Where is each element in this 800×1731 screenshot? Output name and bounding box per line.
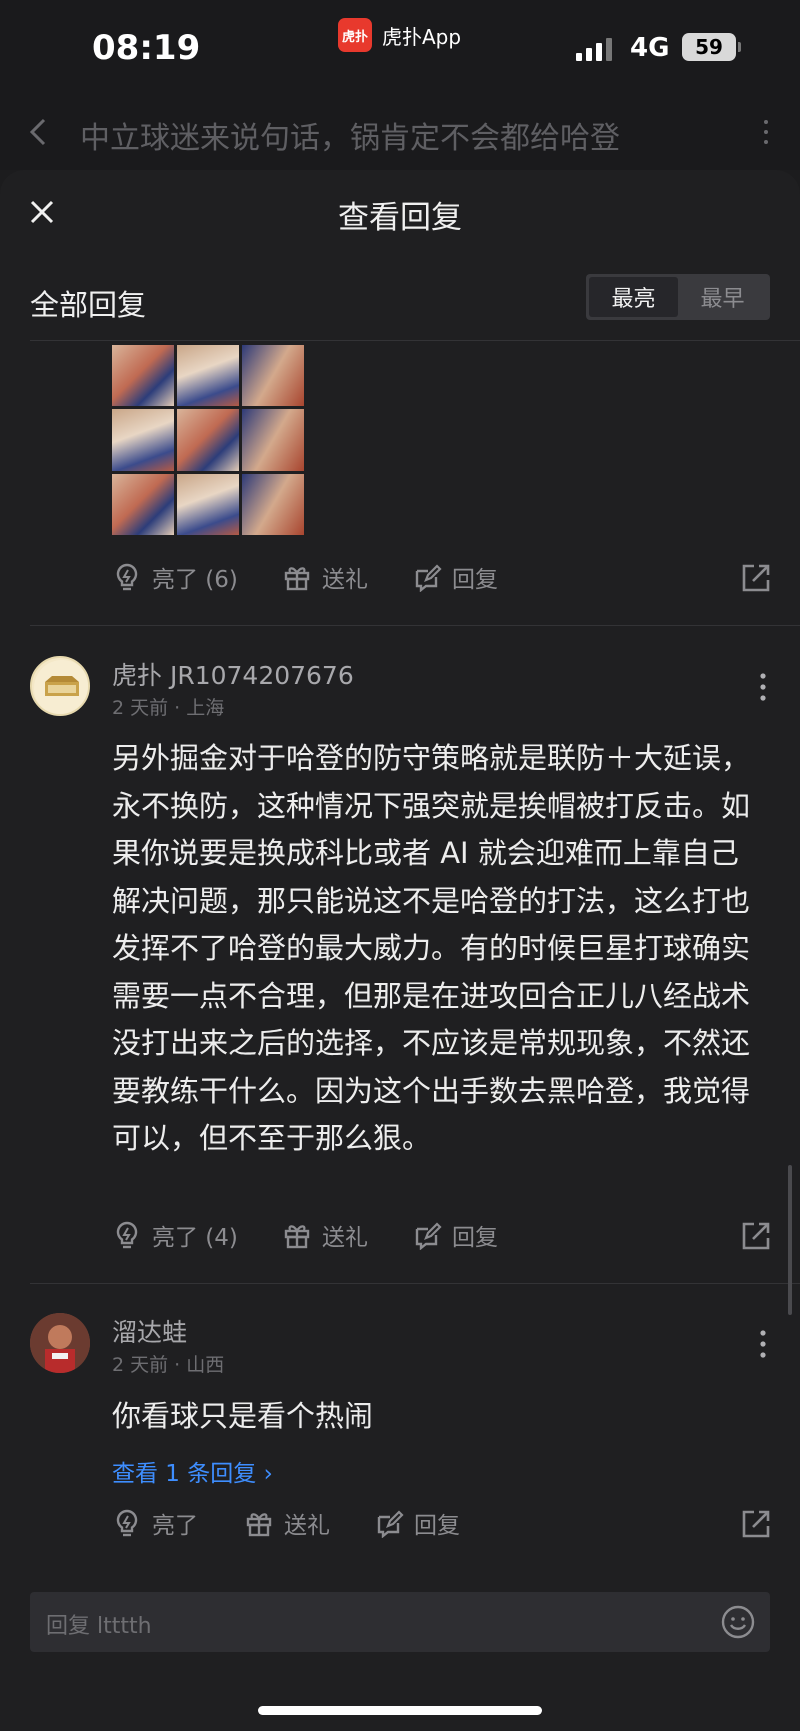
battery-tip bbox=[738, 42, 741, 52]
gift-button[interactable]: 送礼 bbox=[282, 1218, 368, 1252]
comment-body: 另外掘金对于哈登的防守策略就是联防＋大延误，永不换防，这种情况下强突就是挨帽被打… bbox=[112, 741, 751, 1155]
network-type: 4G bbox=[630, 33, 670, 63]
reply-button[interactable]: 回复 bbox=[412, 560, 498, 594]
image-tile bbox=[242, 473, 304, 535]
light-button[interactable]: 亮了 bbox=[112, 1506, 198, 1540]
gift-label: 送礼 bbox=[322, 1225, 368, 1251]
avatar[interactable] bbox=[30, 656, 90, 716]
sort-toggle: 最亮 最早 bbox=[586, 274, 770, 320]
reply-label: 回复 bbox=[452, 1225, 498, 1251]
view-replies-link[interactable]: 查看 1 条回复 › bbox=[112, 1454, 273, 1488]
lightbulb-icon bbox=[116, 1509, 138, 1537]
hupu-logo-icon: 虎扑 bbox=[338, 18, 372, 52]
app-indicator: 虎扑 虎扑App bbox=[338, 18, 461, 52]
nav-bar: 中立球迷来说句话，锅肯定不会都给哈登 bbox=[0, 95, 800, 170]
app-name: 虎扑App bbox=[382, 24, 462, 49]
comment-image-grid[interactable] bbox=[112, 345, 304, 535]
sort-earliest-button[interactable]: 最早 bbox=[678, 277, 767, 317]
edit-icon bbox=[377, 1510, 404, 1538]
gift-icon bbox=[284, 1225, 310, 1249]
status-time: 08:19 bbox=[92, 28, 201, 68]
back-arrow-icon[interactable] bbox=[24, 115, 54, 149]
light-button[interactable]: 亮了 (6) bbox=[112, 560, 238, 594]
more-vertical-icon[interactable] bbox=[758, 1329, 768, 1359]
home-indicator bbox=[258, 1706, 542, 1715]
lightbulb-icon bbox=[116, 1221, 138, 1249]
share-button[interactable] bbox=[740, 1220, 772, 1256]
comment-body: 你看球只是看个热闹 bbox=[112, 1399, 374, 1433]
signal-icon bbox=[576, 38, 612, 61]
comment-username[interactable]: 溜达蛙 bbox=[112, 1313, 187, 1349]
thread-title: 中立球迷来说句话，锅肯定不会都给哈登 bbox=[80, 121, 620, 156]
comment-actions: 亮了 (4) 送礼 回复 bbox=[112, 1218, 772, 1258]
reply-input[interactable]: 回复 ltttth bbox=[30, 1592, 770, 1652]
share-icon bbox=[742, 564, 770, 592]
more-vertical-icon[interactable] bbox=[760, 117, 772, 147]
divider bbox=[30, 625, 800, 626]
share-button[interactable] bbox=[740, 1508, 772, 1544]
gift-label: 送礼 bbox=[284, 1513, 330, 1539]
avatar-image bbox=[30, 1313, 90, 1373]
reply-input-placeholder: 回复 ltttth bbox=[46, 1614, 152, 1639]
image-tile bbox=[112, 473, 174, 535]
share-button[interactable] bbox=[740, 562, 772, 598]
image-tile bbox=[242, 409, 304, 471]
light-count: 亮了 (6) bbox=[152, 567, 238, 593]
battery-icon: 59 bbox=[682, 33, 736, 61]
reply-button[interactable]: 回复 bbox=[412, 1218, 498, 1252]
comment-username[interactable]: 虎扑 JR1074207676 bbox=[112, 656, 354, 692]
reply-button[interactable]: 回复 bbox=[374, 1506, 460, 1540]
comment-meta: 2 天前 · 上海 bbox=[112, 697, 225, 719]
gift-button[interactable]: 送礼 bbox=[244, 1506, 330, 1540]
share-icon bbox=[742, 1222, 770, 1250]
avatar[interactable] bbox=[30, 1313, 90, 1373]
image-tile bbox=[242, 345, 304, 407]
comment-actions: 亮了 (6) 送礼 回复 bbox=[112, 560, 772, 600]
more-vertical-icon[interactable] bbox=[758, 672, 768, 702]
all-replies-heading: 全部回复 bbox=[30, 288, 147, 322]
sheet-title: 查看回复 bbox=[338, 200, 462, 236]
share-icon bbox=[742, 1510, 770, 1538]
image-tile bbox=[177, 473, 239, 535]
reply-label: 回复 bbox=[414, 1513, 460, 1539]
lightbulb-icon bbox=[116, 563, 138, 591]
image-tile bbox=[112, 409, 174, 471]
comment-meta: 2 天前 · 山西 bbox=[112, 1354, 225, 1376]
divider bbox=[30, 340, 800, 341]
comment-actions: 亮了 送礼 回复 bbox=[112, 1506, 772, 1546]
sort-brightest-button[interactable]: 最亮 bbox=[589, 277, 678, 317]
emoji-icon[interactable] bbox=[720, 1604, 756, 1640]
divider bbox=[30, 1283, 800, 1284]
gift-icon bbox=[284, 567, 310, 591]
gift-icon bbox=[246, 1513, 272, 1537]
scrollbar[interactable] bbox=[788, 1165, 792, 1315]
edit-icon bbox=[415, 1222, 442, 1250]
status-bar: 08:19 虎扑 虎扑App 4G 59 bbox=[0, 0, 800, 95]
reply-label: 回复 bbox=[452, 567, 498, 593]
edit-icon bbox=[415, 564, 442, 592]
image-tile bbox=[177, 409, 239, 471]
gift-button[interactable]: 送礼 bbox=[282, 560, 368, 594]
light-button[interactable]: 亮了 (4) bbox=[112, 1218, 238, 1252]
gift-label: 送礼 bbox=[322, 567, 368, 593]
image-tile bbox=[177, 345, 239, 407]
image-tile bbox=[112, 345, 174, 407]
light-count: 亮了 bbox=[152, 1513, 198, 1539]
light-count: 亮了 (4) bbox=[152, 1225, 238, 1251]
